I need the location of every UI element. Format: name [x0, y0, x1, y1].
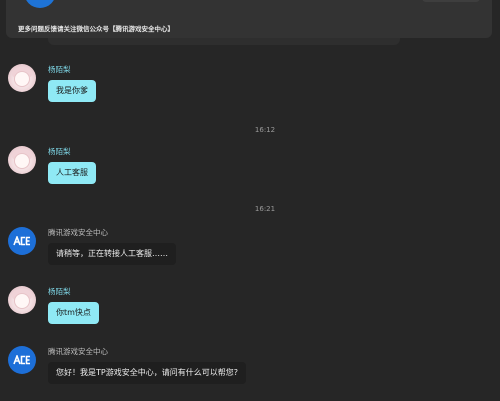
- chat-window: 更多问题反馈请关注微信公众号【腾讯游戏安全中心】 杨陌梨 我是你爹 16:12 …: [0, 0, 500, 401]
- message-bubble[interactable]: 人工客服: [48, 162, 96, 184]
- message-bubble[interactable]: 请稍等，正在转接人工客服……: [48, 243, 176, 265]
- ace-logo-icon[interactable]: [8, 346, 36, 374]
- user-avatar[interactable]: [8, 286, 36, 314]
- wechat-notice: 更多问题反馈请关注微信公众号【腾讯游戏安全中心】: [18, 25, 174, 33]
- header-card: 更多问题反馈请关注微信公众号【腾讯游戏安全中心】: [6, 0, 492, 38]
- sender-name: 腾讯游戏安全中心: [48, 228, 108, 237]
- sender-name: 杨陌梨: [48, 65, 71, 74]
- user-avatar[interactable]: [8, 146, 36, 174]
- ace-logo-icon[interactable]: [8, 227, 36, 255]
- timestamp: 16:12: [254, 126, 276, 134]
- sender-name: 杨陌梨: [48, 287, 71, 296]
- user-avatar[interactable]: [8, 64, 36, 92]
- message-bubble[interactable]: 你tm快点: [48, 302, 99, 324]
- timestamp: 16:21: [254, 205, 276, 213]
- sender-name: 杨陌梨: [48, 147, 71, 156]
- message-bubble[interactable]: 您好！我是TP游戏安全中心，请问有什么可以帮您?: [48, 362, 246, 384]
- header-button[interactable]: [422, 0, 480, 2]
- sender-name: 腾讯游戏安全中心: [48, 347, 108, 356]
- message-bubble[interactable]: 我是你爹: [48, 80, 96, 102]
- ace-logo-icon: [24, 0, 56, 8]
- previous-message-bubble: [48, 38, 400, 45]
